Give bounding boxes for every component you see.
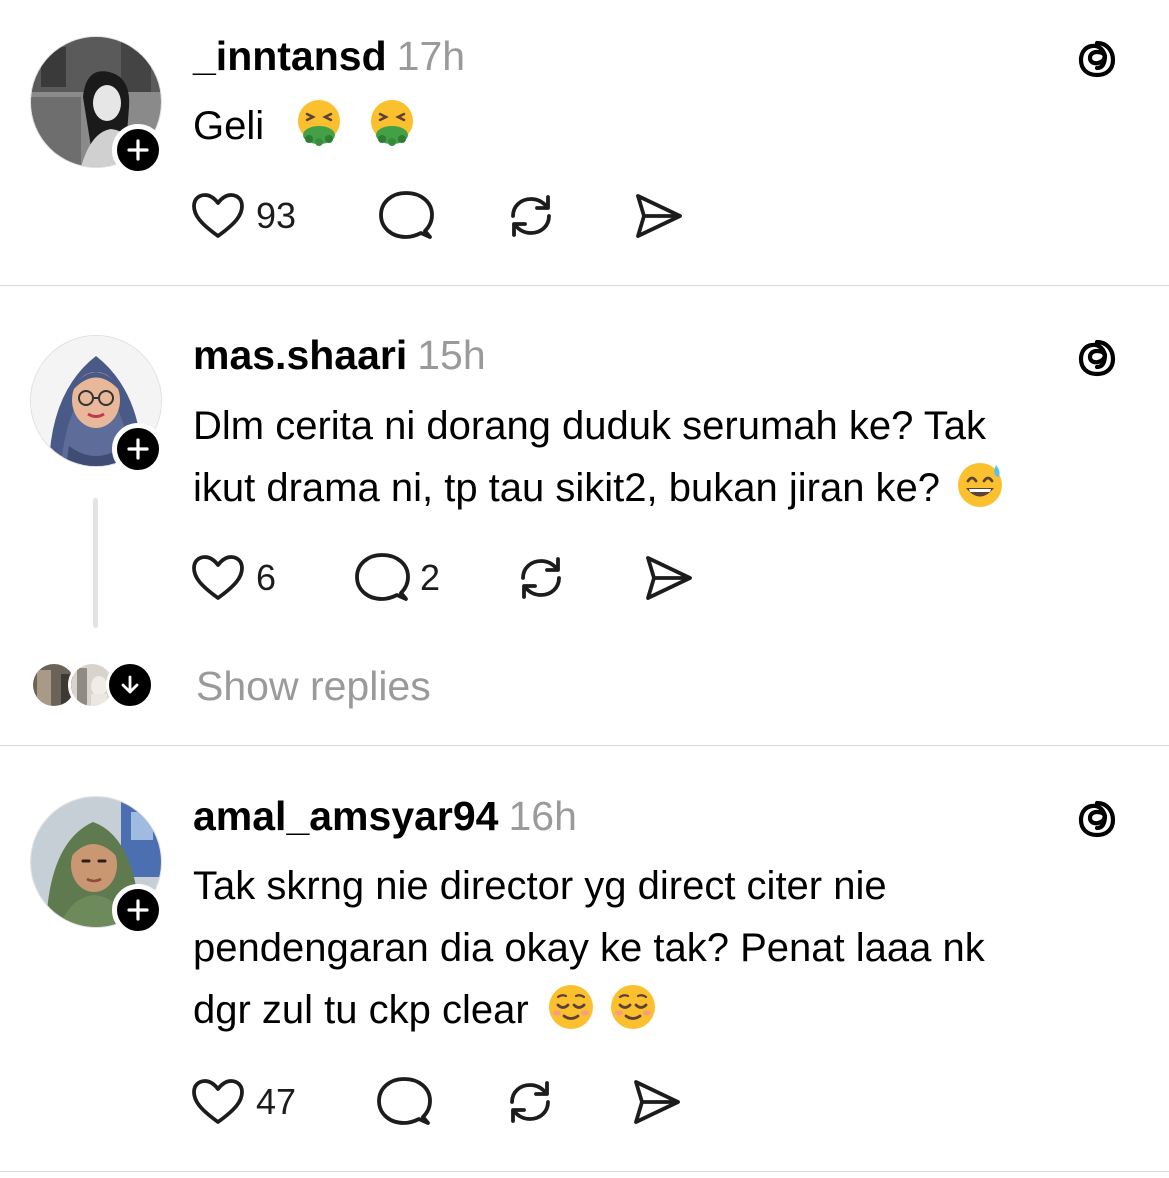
post-text: Tak skrng nie director yg direct citer n… — [193, 855, 1143, 1041]
username[interactable]: mas.shaari — [193, 332, 407, 378]
share-button[interactable] — [628, 1072, 684, 1132]
post-text-line: dgr zul tu ckp clear — [193, 988, 529, 1032]
repost-icon — [511, 195, 551, 237]
nauseated-face-emoji — [298, 100, 341, 146]
send-icon — [634, 1080, 680, 1124]
nauseated-face-emoji — [371, 100, 414, 146]
share-button[interactable] — [630, 186, 686, 246]
post-text-line-3: dgr zul tu ckp clear — [193, 979, 1143, 1041]
show-replies-badge — [106, 661, 154, 709]
follow-button[interactable] — [112, 124, 164, 176]
post-text-line: Dlm cerita ni dorang duduk serumah ke? T… — [193, 404, 987, 448]
comment-bubble-icon — [377, 1077, 432, 1125]
post-header: amal_amsyar94 16h — [193, 792, 577, 840]
repost-button[interactable] — [513, 548, 569, 608]
reply-count: 2 — [420, 557, 441, 598]
like-button[interactable]: 47 — [190, 1072, 296, 1132]
repost-button[interactable] — [503, 186, 559, 246]
like-button[interactable]: 93 — [190, 186, 296, 246]
post-text-line: Tak skrng nie director yg direct citer n… — [193, 864, 887, 908]
reply-avatars[interactable] — [30, 661, 160, 711]
avatar-3-wrap[interactable] — [30, 796, 164, 936]
comment-bubble-icon — [355, 553, 410, 601]
username[interactable]: _inntansd — [193, 33, 387, 79]
like-button[interactable]: 6 — [190, 548, 276, 608]
post-text-line: pendengaran dia okay ke tak? Penat laaa … — [193, 926, 985, 970]
action-bar: 93 — [190, 186, 710, 246]
plus-icon — [127, 438, 149, 460]
repost-icon — [510, 1081, 550, 1123]
heart-icon — [192, 193, 244, 238]
post-text: Dlm cerita ni dorang duduk serumah ke? T… — [193, 395, 1143, 519]
plus-icon — [127, 139, 149, 161]
post-header: _inntansd 17h — [193, 32, 465, 80]
avatar-2-wrap[interactable] — [30, 335, 164, 475]
post-text-line-2: ikut drama ni, tp tau sikit2, bukan jira… — [193, 457, 1143, 519]
thread-connector-line — [93, 498, 98, 628]
divider — [0, 1171, 1169, 1172]
post-text-content: Geli — [193, 104, 265, 148]
timestamp: 16h — [508, 793, 577, 839]
like-count: 93 — [256, 195, 297, 236]
show-replies-link[interactable]: Show replies — [196, 662, 431, 710]
send-icon — [646, 556, 692, 600]
avatar-1-wrap[interactable] — [30, 36, 164, 176]
relieved-face-emoji — [548, 985, 593, 1029]
reply-button[interactable] — [376, 1072, 432, 1132]
heart-icon — [192, 1079, 244, 1124]
repost-button[interactable] — [502, 1072, 558, 1132]
timestamp: 17h — [396, 33, 466, 79]
post-text: Geli — [193, 95, 1143, 157]
repost-icon — [521, 557, 561, 599]
arrow-down-icon — [121, 675, 139, 694]
action-bar: 47 — [190, 1072, 710, 1132]
threads-logo-icon[interactable] — [1072, 794, 1122, 844]
action-bar: 6 2 — [190, 548, 710, 608]
follow-button[interactable] — [112, 423, 164, 475]
username[interactable]: amal_amsyar94 — [193, 793, 498, 839]
grinning-sweat-emoji — [958, 463, 1003, 507]
send-icon — [636, 194, 682, 238]
follow-button[interactable] — [112, 884, 164, 936]
post-3: amal_amsyar94 16h Tak skrng nie director … — [0, 746, 1169, 1172]
heart-icon — [192, 555, 244, 600]
reply-button[interactable] — [378, 186, 434, 246]
post-2: mas.shaari 15h Dlm cerita ni dorang duduk… — [0, 286, 1169, 746]
comment-bubble-icon — [379, 191, 434, 239]
post-1: _inntansd 17h Geli 93 — [0, 0, 1169, 285]
timestamp: 15h — [417, 332, 486, 378]
threads-logo-icon[interactable] — [1072, 333, 1122, 383]
like-count: 6 — [256, 557, 277, 598]
threads-logo-icon[interactable] — [1072, 34, 1122, 84]
share-button[interactable] — [640, 548, 696, 608]
plus-icon — [127, 899, 149, 921]
post-header: mas.shaari 15h — [193, 331, 486, 379]
relieved-face-emoji — [610, 985, 655, 1029]
post-text-line: ikut drama ni, tp tau sikit2, bukan jira… — [193, 466, 941, 510]
reply-button[interactable]: 2 — [354, 548, 440, 608]
like-count: 47 — [256, 1081, 297, 1122]
